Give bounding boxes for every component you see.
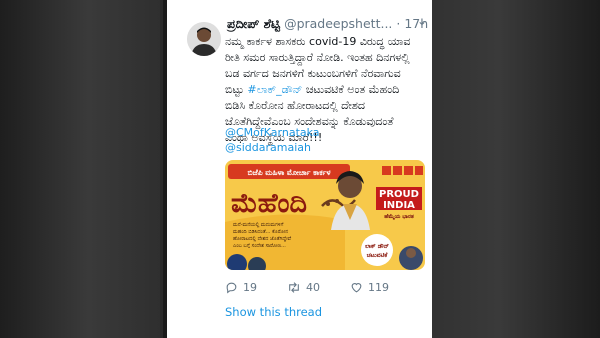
reply-count: 19 <box>243 281 257 294</box>
author-handle[interactable]: @pradeepshett... <box>284 16 392 31</box>
media-caption: ಹೋರಾಟದಲ್ಲಿ ದೇಶದ ಜೊತೆಗಿದ್ದೇವೆ <box>233 236 292 242</box>
author-name[interactable]: ಪ್ರದೀಪ್ ಶೆಟ್ಟಿ <box>227 16 280 31</box>
media-badge-proud: PROUD <box>379 189 419 200</box>
media-banner: ಬಿಜೆಪಿ ಮಹಿಳಾ ಮೋರ್ಚಾ ಕಾರ್ಕಳ <box>247 168 331 177</box>
media-badge-india: INDIA <box>383 200 415 211</box>
tweet-header: ಪ್ರದೀಪ್ ಶೆಟ್ಟಿ @pradeepshett... · 17h <box>227 16 432 32</box>
like-count: 119 <box>368 281 389 294</box>
hashtag-link[interactable]: #ಲಾಕ್_ಡೌನ್ <box>247 83 302 96</box>
mentions: @CMofKarnataka @siddaramaiah <box>225 125 320 155</box>
tweet-line: ನಮ್ಮ ಕಾರ್ಕಳ ಶಾಸಕರು covid-19 ವಿರುದ್ಧ ಯಾವ <box>225 35 411 48</box>
retweet-icon <box>289 282 299 293</box>
media-caption: ಎಂಬ ಬಗ್ಗೆ ಸಂದೇಶ ಸಾರೋಣ... <box>233 243 286 249</box>
mention-cmofkarnataka[interactable]: @CMofKarnataka <box>225 125 320 140</box>
media-lockdown: ಲಾಕ್ ಡೌನ್ <box>365 243 390 250</box>
media-badge-sub: ಹೆಮ್ಮೆಯ ಭಾರತ <box>384 214 414 220</box>
retweet-button[interactable]: 40 <box>287 281 320 294</box>
media-title: ಮೆಹೆಂದಿ <box>231 188 307 219</box>
tweet-card[interactable]: ಪ್ರದೀಪ್ ಶೆಟ್ಟಿ @pradeepshett... · 17h ⌄ … <box>163 0 432 338</box>
retweet-count: 40 <box>306 281 320 294</box>
tweet-fragment: ಚಟುವಟಿಕೆ ಅಂತ ಮೆಹಂದಿ <box>302 83 400 96</box>
tweet-media-image[interactable]: ಬಿಜೆಪಿ ಮಹಿಳಾ ಮೋರ್ಚಾ ಕಾರ್ಕಳ ಮೆಹೆಂದಿ ಮನೆ-ಮ… <box>225 160 425 270</box>
reply-icon <box>226 282 237 294</box>
separator-dot: · <box>396 16 401 31</box>
media-caption: ಮನೆ-ಮನೆಯಲ್ಲಿ ಮದುಮಗಳಿಗೆ <box>233 222 284 228</box>
show-thread-link[interactable]: Show this thread <box>225 305 322 319</box>
tweet-fragment: ಬಿಟ್ಟು <box>225 83 248 96</box>
background-right <box>432 0 600 338</box>
media-lockdown-activity: ಚಟುವಟಿಕೆ <box>367 252 388 259</box>
tweet-line: ಬಿಡಿಸಿ ಕೊರೋನ ಹೋರಾಟದಲ್ಲಿ ದೇಶದ <box>225 99 366 112</box>
avatar[interactable] <box>187 22 221 56</box>
media-caption: ಮಹಂದಿ ಬಿಡಿಸಿದಂತೆ... ಕೊರೋನ <box>233 229 288 235</box>
background-left <box>0 0 160 338</box>
like-button[interactable]: 119 <box>350 281 389 294</box>
tweet-line: ರೀತಿ ಸಮರ ಸಾರುತ್ತಿದ್ದಾರೆ ನೋಡಿ. ಇಂತಹ ದಿನಗಳ… <box>225 51 410 64</box>
heart-icon <box>351 283 362 293</box>
tweet-line: ಬಿಟ್ಟು #ಲಾಕ್_ಡೌನ್ ಚಟುವಟಿಕೆ ಅಂತ ಮೆಹಂದಿ <box>225 82 433 98</box>
chevron-down-icon[interactable]: ⌄ <box>417 14 427 28</box>
tweet-line: ಬಡ ವರ್ಗದ ಜನಗಳಿಗೆ ಕುಟುಂಬಗಳಿಗೆ ನೆರವಾಗುವ <box>225 67 401 80</box>
mention-siddaramaiah[interactable]: @siddaramaiah <box>225 140 320 155</box>
reply-button[interactable]: 19 <box>225 281 257 294</box>
